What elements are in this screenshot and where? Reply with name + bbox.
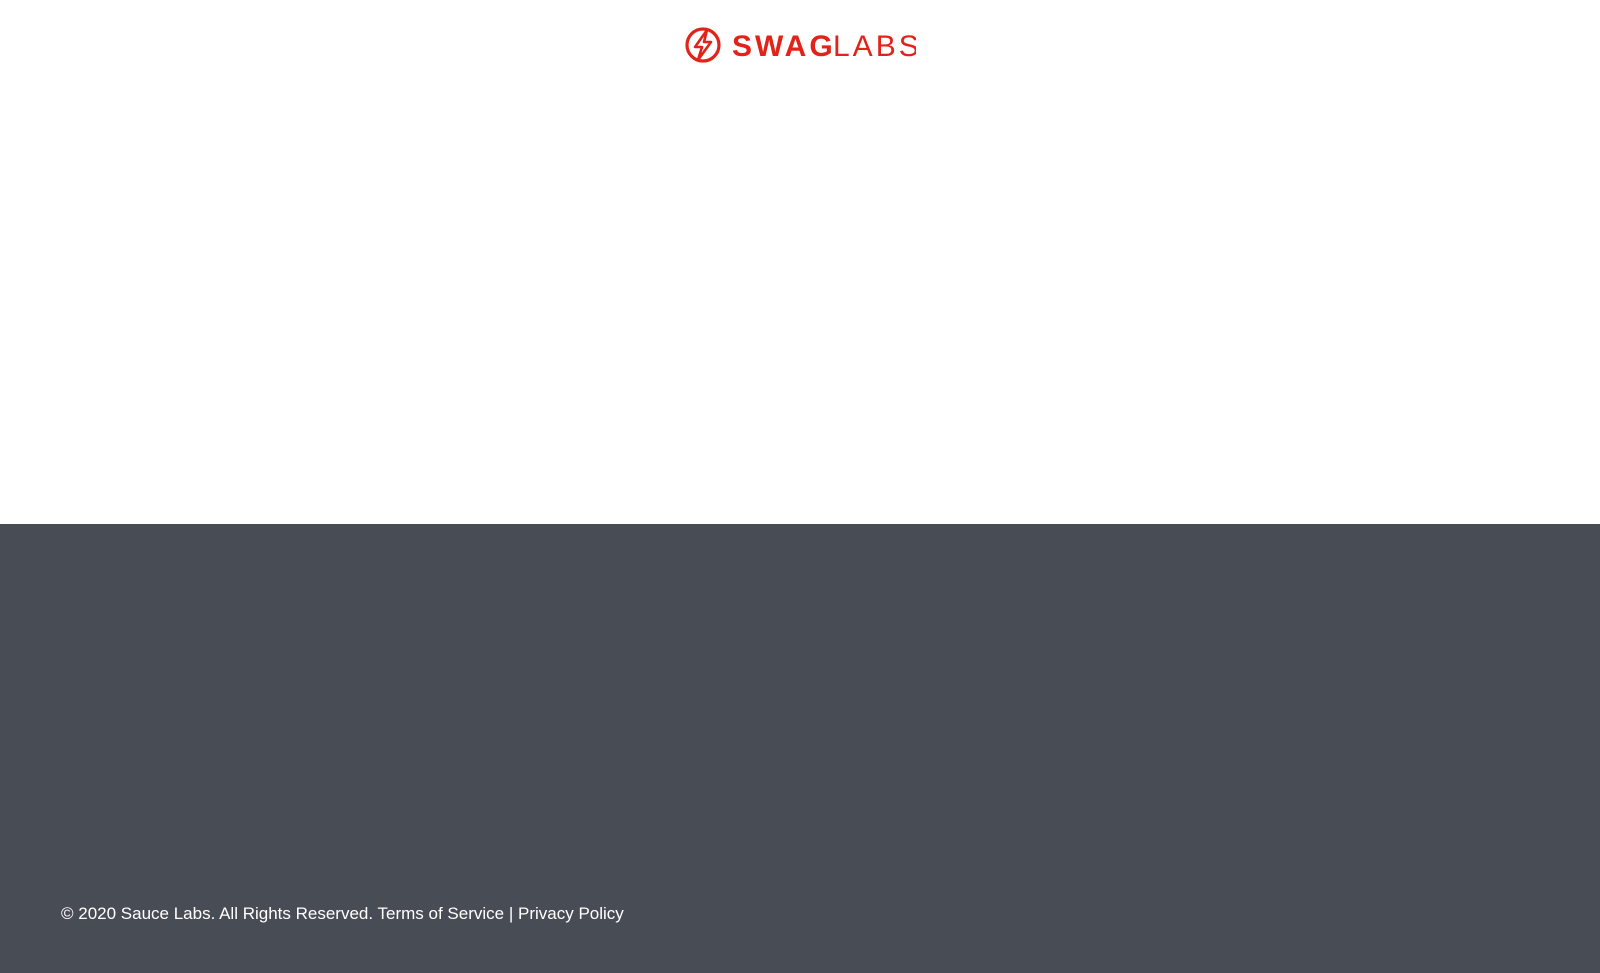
swag-labs-logo: SWAG LABS bbox=[684, 24, 916, 66]
header: SWAG LABS bbox=[0, 0, 1600, 90]
sauce-bolt-icon bbox=[685, 27, 721, 63]
footer-text: © 2020 Sauce Labs. All Rights Reserved. … bbox=[61, 904, 624, 924]
copyright-text: © 2020 Sauce Labs. All Rights Reserved. bbox=[61, 904, 374, 923]
login-area bbox=[0, 90, 1600, 524]
terms-of-service-link[interactable]: Terms of Service bbox=[378, 904, 505, 923]
logo-text-labs: LABS bbox=[833, 30, 916, 63]
privacy-policy-link[interactable]: Privacy Policy bbox=[518, 904, 624, 923]
logo-text-swag: SWAG bbox=[732, 30, 836, 63]
footer-separator: | bbox=[508, 904, 514, 923]
